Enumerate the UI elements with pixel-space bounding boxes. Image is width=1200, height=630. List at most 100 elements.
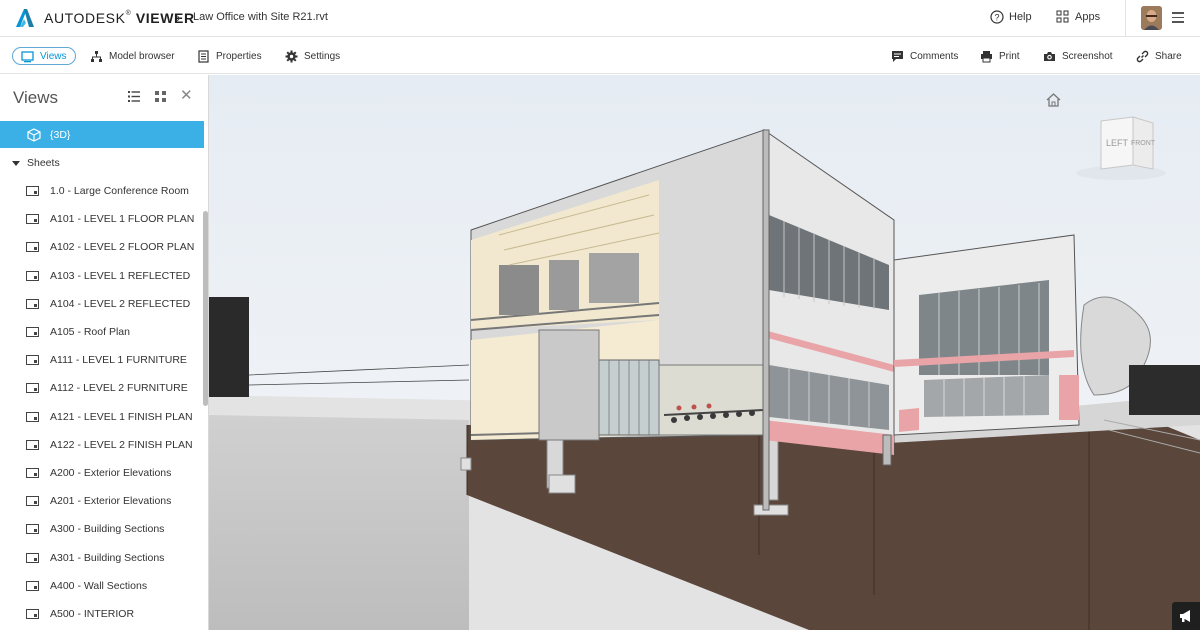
comments-button[interactable]: Comments [891,47,958,65]
properties-icon [198,49,209,63]
sheet-list: 1.0 - Large Conference Room A101 - LEVEL… [0,177,204,628]
views-button[interactable]: Views [12,47,76,65]
sheet-item[interactable]: A200 - Exterior Elevations [0,459,204,487]
sheet-item-label: 1.0 - Large Conference Room [50,185,189,198]
sheet-item[interactable]: A400 - Wall Sections [0,572,204,600]
print-button[interactable]: Print [980,47,1020,65]
view-cube[interactable]: LEFT FRONT [1071,113,1171,183]
sheet-item[interactable]: A500 - INTERIOR [0,600,204,628]
apps-grid-icon [1056,10,1069,23]
properties-button[interactable]: Properties [197,47,262,65]
sheet-icon [26,214,39,225]
autodesk-logo-icon [16,9,34,27]
sheet-item[interactable]: A201 - Exterior Elevations [0,487,204,515]
brand-autodesk: AUTODESK [44,10,126,26]
sheet-item-label: A105 - Roof Plan [50,326,130,339]
sheet-icon [26,411,39,422]
panel-title: Views [13,88,59,107]
comment-icon [892,50,903,62]
views-panel: Views ✕ {3D} Sheets 1.0 - Large Conferen… [0,75,209,630]
sheet-icon [26,439,39,450]
sheet-item[interactable]: 1.0 - Large Conference Room [0,177,204,205]
sheet-item-label: A104 - LEVEL 2 REFLECTED [50,297,191,310]
sheet-item[interactable]: A104 - LEVEL 2 REFLECTED [0,290,204,318]
close-panel-icon[interactable]: ✕ [180,88,193,103]
sheet-item-label: A102 - LEVEL 2 FLOOR PLAN [50,241,195,254]
cube-3d-icon [27,127,41,142]
sheets-group-toggle[interactable]: Sheets [0,153,204,173]
view-item-3d[interactable]: {3D} [0,121,204,148]
print-label: Print [999,50,1020,62]
sheet-item[interactable]: A103 - LEVEL 1 REFLECTED [0,262,204,290]
sheet-icon [26,242,39,253]
link-icon [1136,50,1149,62]
sheet-item[interactable]: A112 - LEVEL 2 FURNITURE [0,374,204,402]
megaphone-icon [1180,610,1190,622]
sheet-icon [26,467,39,478]
model-viewport[interactable]: LEFT FRONT [209,75,1200,630]
sheet-icon [26,270,39,281]
views-label: Views [40,50,67,62]
brand-name: AUTODESK® VIEWER [44,10,195,26]
views-icon [21,50,34,62]
user-avatar[interactable] [1141,6,1162,30]
settings-label: Settings [304,50,341,62]
panel-scrollbar[interactable] [203,211,208,406]
sheet-item[interactable]: A121 - LEVEL 1 FINISH PLAN [0,403,204,431]
camera-icon [1044,51,1055,61]
header-divider [1125,0,1126,37]
share-button[interactable]: Share [1136,47,1182,65]
sheet-item-label: A301 - Building Sections [50,551,165,564]
help-button[interactable]: ? Help [990,10,1032,24]
help-icon: ? [990,10,1004,24]
brand-product: VIEWER [135,10,195,26]
menu-hamburger-icon[interactable] [1172,12,1184,23]
sheet-item-label: A500 - INTERIOR [50,607,135,620]
building-model-render [209,75,1200,630]
sheet-item[interactable]: A111 - LEVEL 1 FURNITURE [0,346,204,374]
sheet-item[interactable]: A301 - Building Sections [0,543,204,571]
sheet-item-label: A201 - Exterior Elevations [50,495,172,508]
sheet-icon [26,608,39,619]
avatar-portrait-icon [1141,6,1162,30]
caret-down-icon [12,160,20,166]
sheet-item-label: A112 - LEVEL 2 FURNITURE [50,382,188,395]
sheet-item-label: A101 - LEVEL 1 FLOOR PLAN [50,213,195,226]
list-view-icon[interactable] [128,91,140,102]
model-browser-button[interactable]: Model browser [90,47,175,65]
viewcube-front-face: FRONT [1131,140,1156,147]
sheet-item[interactable]: A122 - LEVEL 2 FINISH PLAN [0,431,204,459]
sheet-item[interactable]: A105 - Roof Plan [0,318,204,346]
sheet-icon [26,524,39,535]
gear-icon [285,50,298,62]
sheet-item-label: A300 - Building Sections [50,523,165,536]
top-header: AUTODESK® VIEWER › Law Office with Site … [0,0,1200,37]
sheet-item-label: A121 - LEVEL 1 FINISH PLAN [50,410,193,423]
sheet-item[interactable]: A300 - Building Sections [0,515,204,543]
breadcrumb-chevron-icon: › [176,9,181,25]
apps-label: Apps [1075,10,1101,23]
apps-button[interactable]: Apps [1056,10,1100,23]
screenshot-label: Screenshot [1062,50,1113,62]
sheet-item-label: A400 - Wall Sections [50,579,148,592]
sheet-item-label: A111 - LEVEL 1 FURNITURE [50,354,187,367]
screenshot-button[interactable]: Screenshot [1043,47,1113,65]
brand-trademark: ® [125,10,132,17]
sheet-item[interactable]: A101 - LEVEL 1 FLOOR PLAN [0,205,204,233]
printer-icon [981,50,992,62]
sheet-item[interactable]: A102 - LEVEL 2 FLOOR PLAN [0,233,204,261]
sheet-icon [26,383,39,394]
share-label: Share [1155,50,1182,62]
settings-button[interactable]: Settings [285,47,340,65]
feedback-button[interactable] [1172,602,1200,630]
svg-text:?: ? [994,13,999,23]
view-item-3d-label: {3D} [50,128,71,141]
file-name: Law Office with Site R21.rvt [193,11,328,23]
model-browser-label: Model browser [109,50,175,62]
main-toolbar: Views Model browser Properties Settings … [0,38,1200,74]
properties-label: Properties [216,50,262,62]
home-icon[interactable] [1045,92,1062,108]
grid-view-icon[interactable] [155,91,166,102]
viewcube-left-face: LEFT [1106,138,1129,148]
sheet-icon [26,298,39,309]
